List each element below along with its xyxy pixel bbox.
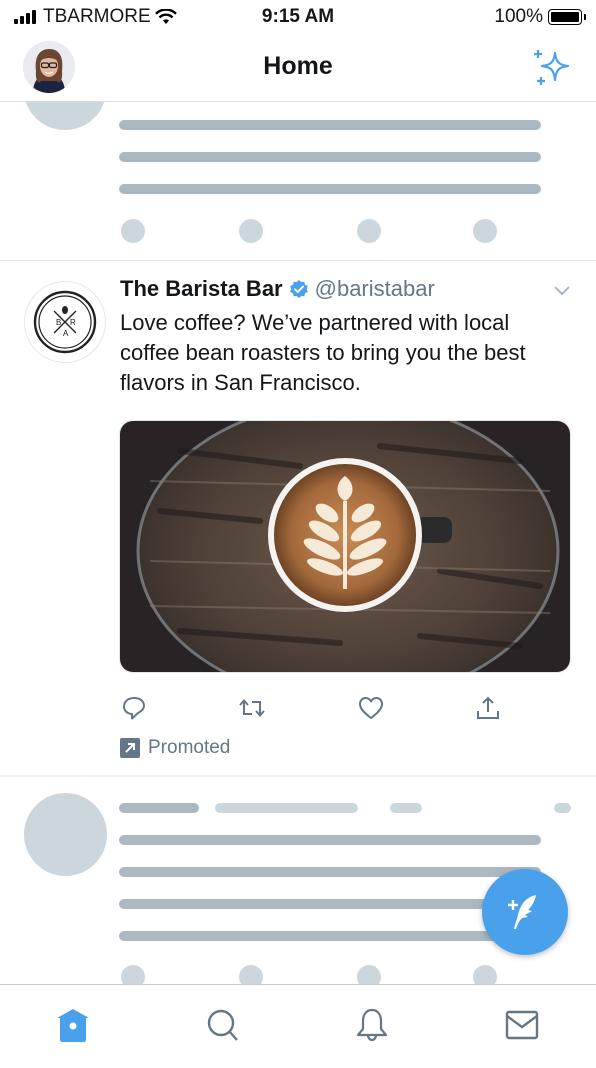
placeholder-line: [119, 931, 541, 941]
logo-letter-r: R: [70, 318, 76, 327]
logo-letter-b: B: [56, 318, 61, 327]
sparkle-icon[interactable]: [532, 47, 572, 87]
placeholder-line: [119, 835, 541, 845]
tab-notifications[interactable]: [352, 1005, 392, 1045]
placeholder-action: [121, 219, 145, 243]
like-icon[interactable]: [357, 694, 385, 722]
barista-bar-logo: B R A: [33, 290, 97, 354]
compose-feather-icon: [508, 895, 536, 929]
placeholder-line: [119, 120, 541, 130]
tweet-display-name[interactable]: The Barista Bar: [120, 276, 283, 302]
placeholder-handle-line: [215, 803, 358, 813]
placeholder-action: [357, 219, 381, 243]
nav-header: Home: [0, 34, 596, 102]
status-bar: TBARMORE 9:15 AM 100%: [0, 0, 596, 34]
divider: [0, 260, 596, 261]
tweet-handle[interactable]: @baristabar: [315, 276, 435, 302]
chevron-down-icon[interactable]: [552, 282, 572, 298]
placeholder-line: [119, 867, 541, 877]
retweet-icon[interactable]: [238, 694, 266, 722]
tab-messages[interactable]: [502, 1005, 542, 1045]
placeholder-line: [119, 152, 541, 162]
tweet-actions: [0, 694, 596, 722]
page-title: Home: [263, 52, 333, 80]
placeholder-line: [119, 184, 541, 194]
tab-bar: [0, 984, 596, 1068]
reply-icon[interactable]: [120, 694, 148, 722]
placeholder-avatar: [24, 793, 107, 876]
share-icon[interactable]: [474, 694, 502, 722]
placeholder-caret: [554, 803, 571, 813]
promoted-arrow-icon: [120, 738, 140, 758]
tab-home[interactable]: [53, 1005, 93, 1045]
mail-icon: [505, 1010, 539, 1040]
tweet-media-image[interactable]: [119, 420, 571, 673]
battery-icon: [548, 9, 586, 25]
tab-search[interactable]: [203, 1005, 243, 1045]
promoted-label: Promoted: [148, 737, 231, 758]
search-icon: [207, 1009, 238, 1041]
battery-level: [551, 12, 579, 22]
tweet-avatar[interactable]: B R A: [24, 281, 106, 363]
verified-badge-icon: [289, 280, 308, 298]
tweet-text: Love coffee? We’ve partnered with local …: [120, 310, 526, 395]
placeholder-action: [473, 219, 497, 243]
logo-letter-a: A: [63, 329, 69, 338]
coffee-image: [120, 421, 570, 672]
placeholder-time-line: [390, 803, 422, 813]
home-icon: [57, 1009, 89, 1042]
status-right: 100%: [494, 6, 586, 28]
promoted-indicator: Promoted: [120, 737, 230, 759]
bell-icon: [356, 1008, 388, 1042]
tweet-header: The Barista Bar @baristabar: [120, 276, 435, 302]
placeholder-name-line: [119, 803, 199, 813]
divider: [0, 775, 596, 777]
placeholder-line: [119, 899, 541, 909]
placeholder-action: [239, 219, 263, 243]
compose-tweet-button[interactable]: [482, 869, 568, 955]
battery-percent: 100%: [494, 6, 543, 27]
